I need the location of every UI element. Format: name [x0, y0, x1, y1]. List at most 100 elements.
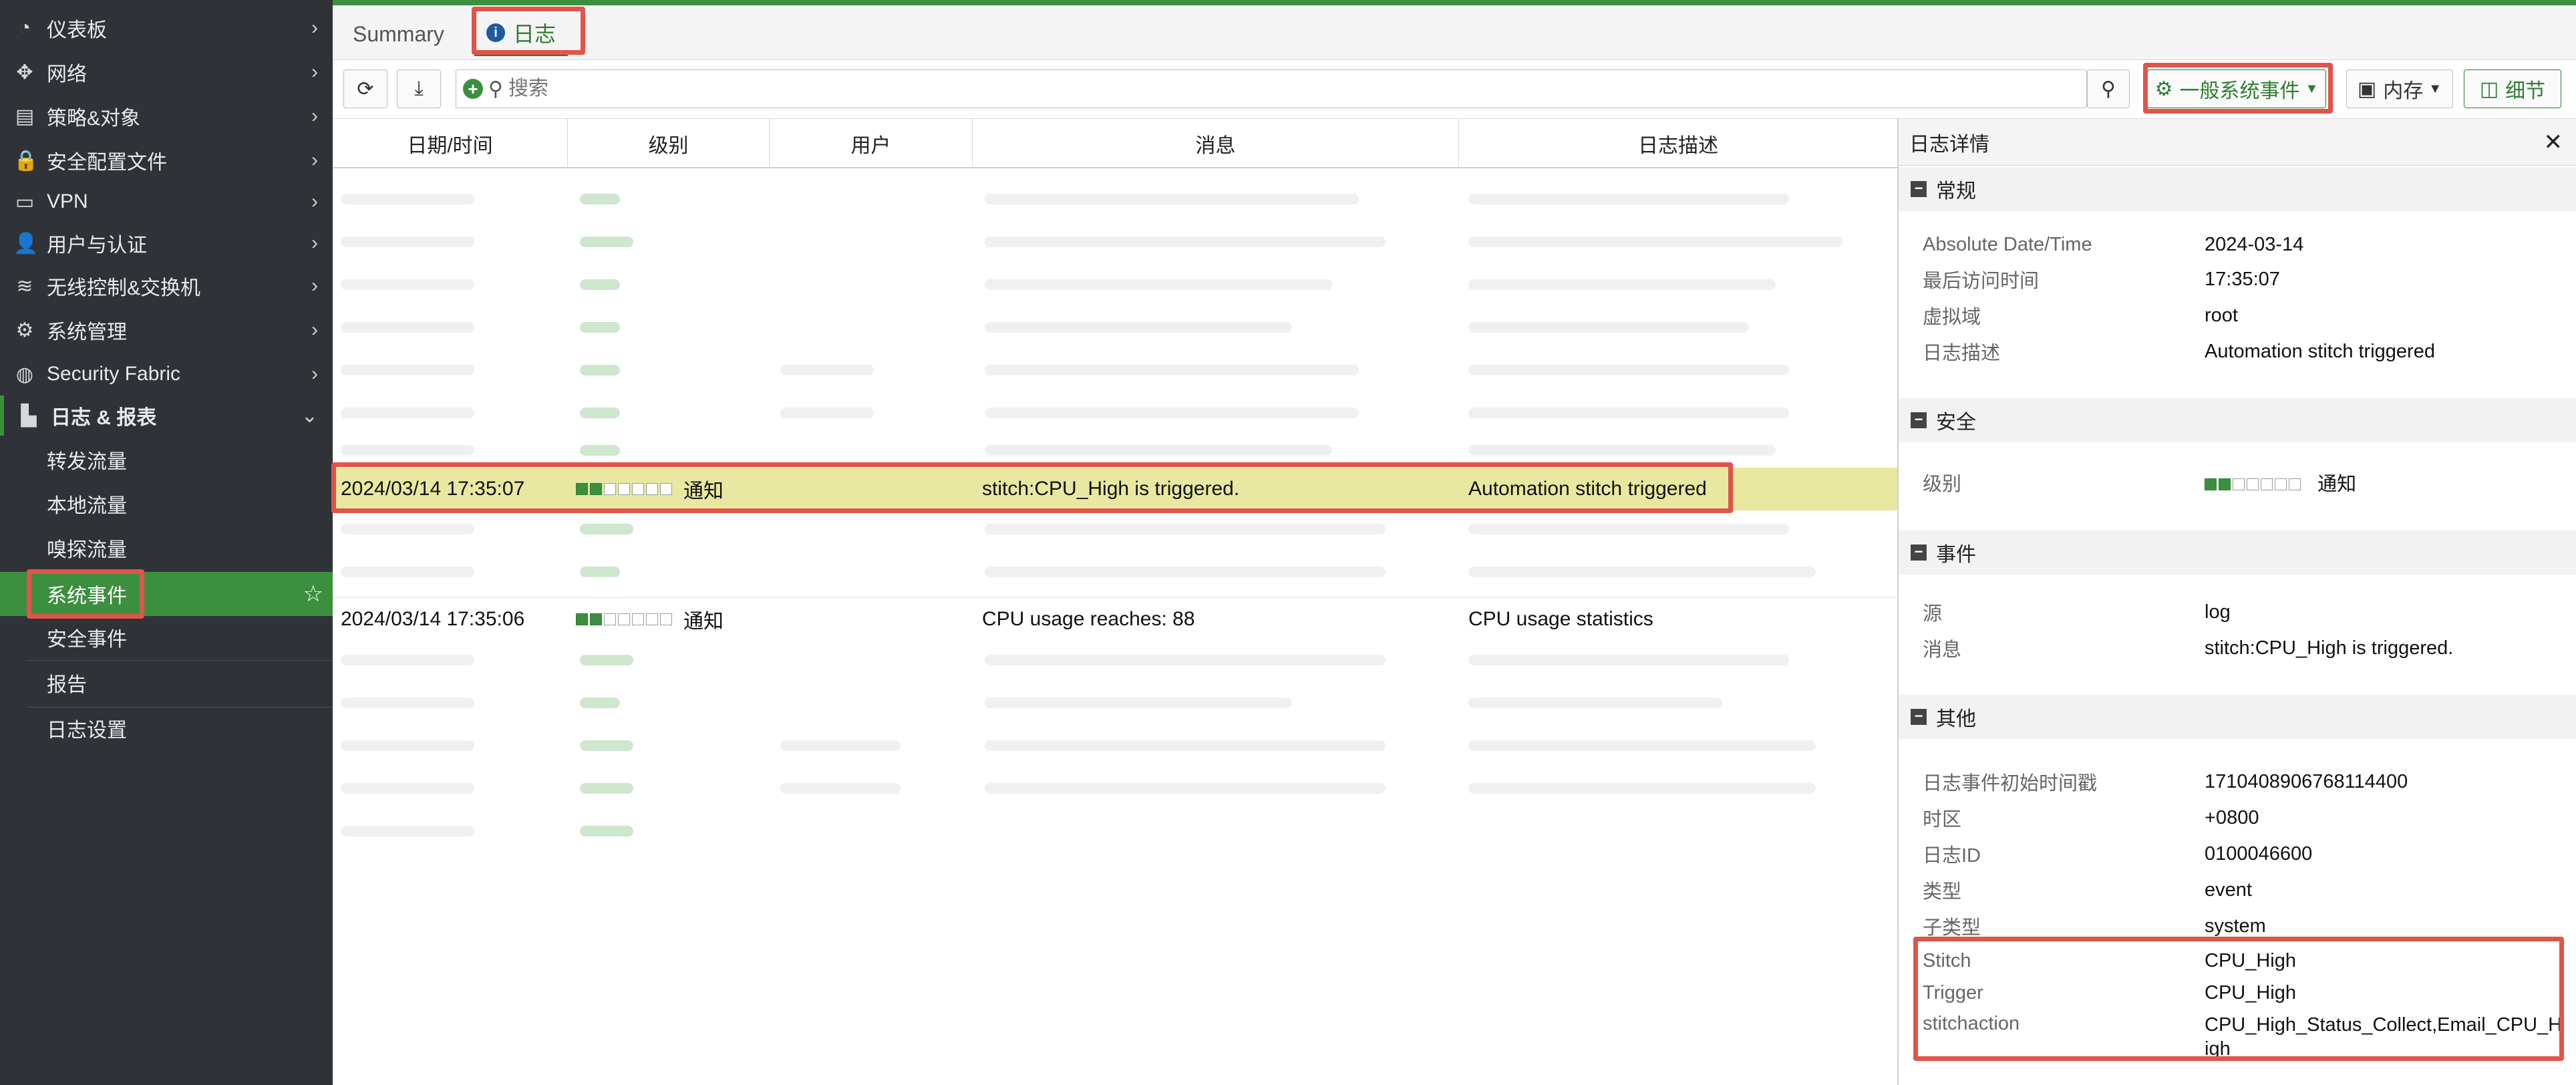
column-header-description[interactable]: 日志描述	[1459, 119, 1897, 168]
sidebar-subitem-sniffer-traffic[interactable]: 嗅探流量	[0, 528, 333, 568]
detail-field: 级别 通知	[1899, 465, 2576, 500]
sidebar-item-wireless[interactable]: ≋ 无线控制&交换机 ›	[0, 266, 333, 306]
field-value: stitch:CPU_High is triggered.	[2205, 637, 2454, 659]
redacted-text	[1468, 237, 1842, 247]
sidebar-item-log-report[interactable]: ▙ 日志 & 报表 ⌄	[0, 396, 333, 436]
sidebar-item-security-profile[interactable]: 🔒 安全配置文件 ›	[0, 140, 333, 180]
sidebar-item-label: 网络	[47, 63, 87, 86]
redacted-row	[333, 727, 1897, 764]
sidebar-subitem-security-events[interactable]: 安全事件	[0, 617, 333, 657]
redacted-row	[333, 510, 1897, 548]
star-icon[interactable]: ☆	[303, 581, 323, 607]
field-value: CPU_High	[2205, 949, 2296, 971]
row-user	[778, 598, 971, 641]
detail-field: 源 log	[1899, 595, 2576, 629]
column-header-datetime[interactable]: 日期/时间	[333, 119, 568, 168]
detail-field: Absolute Date/Time 2024-03-14	[1899, 227, 2576, 262]
detail-field: 子类型 system	[1899, 909, 2576, 943]
row-message: stitch:CPU_High is triggered.	[982, 478, 1240, 500]
event-type-dropdown[interactable]: ⚙ 一般系统事件 ▼	[2147, 69, 2326, 108]
collapse-icon: −	[1911, 545, 1927, 561]
redacted-text	[341, 698, 474, 708]
section-security[interactable]: − 安全	[1899, 398, 2576, 442]
section-title: 事件	[1936, 544, 1976, 566]
redacted-text	[580, 826, 633, 836]
field-value: event	[2205, 879, 2252, 901]
section-general[interactable]: − 常规	[1899, 167, 2576, 211]
sidebar-divider	[27, 707, 333, 708]
close-icon[interactable]: ✕	[2544, 129, 2563, 156]
redacted-text	[341, 655, 474, 665]
field-key: 源	[1923, 603, 1943, 625]
detail-field: Trigger CPU_High	[1899, 975, 2576, 1010]
caret-down-icon: ▼	[2428, 81, 2442, 96]
field-value: +0800	[2205, 806, 2259, 828]
redacted-text	[341, 408, 474, 418]
sidebar-subitem-local-traffic[interactable]: 本地流量	[0, 484, 333, 524]
vpn-icon: ▭	[15, 190, 35, 213]
detail-field: 日志描述 Automation stitch triggered	[1899, 334, 2576, 369]
lock-icon: 🔒	[13, 149, 39, 172]
redacted-text	[341, 237, 474, 247]
gear-icon: ⚙	[2154, 78, 2173, 100]
sidebar-item-user-auth[interactable]: 👤 用户与认证 ›	[0, 223, 333, 263]
detail-field: 消息 stitch:CPU_High is triggered.	[1899, 631, 2576, 665]
sidebar-subitem-reports[interactable]: 报告	[0, 663, 333, 703]
sidebar-divider	[27, 660, 333, 661]
sidebar-item-vpn[interactable]: ▭ VPN ›	[0, 182, 333, 222]
field-key: 时区	[1923, 809, 1962, 830]
table-header: 日期/时间 级别 用户 消息 日志描述	[333, 119, 1897, 168]
detail-header: 日志详情 ✕	[1899, 119, 2576, 166]
field-key: 子类型	[1923, 917, 1981, 939]
field-value: log	[2205, 601, 2231, 623]
sidebar-subitem-label: 系统事件	[47, 585, 127, 607]
redacted-text	[985, 698, 1292, 708]
sidebar-item-dashboard[interactable]: ◔ 仪表板 ›	[0, 8, 333, 48]
chevron-right-icon: ›	[311, 61, 318, 83]
column-header-message[interactable]: 消息	[973, 119, 1459, 168]
details-toggle-button[interactable]: ◫ 细节	[2464, 69, 2561, 108]
refresh-button[interactable]: ⟳	[343, 69, 387, 108]
refresh-icon: ⟳	[357, 78, 374, 100]
log-table: 日期/时间 级别 用户 消息 日志描述 2024/03/14 17:35:07 …	[333, 119, 1897, 1085]
table-row[interactable]: 2024/03/14 17:35:07 通知 stitch:CPU_High i…	[333, 468, 1897, 510]
detail-title: 日志详情	[1909, 133, 1989, 156]
sidebar-item-label: 无线控制&交换机	[47, 277, 201, 299]
redacted-text	[985, 194, 1359, 204]
table-row[interactable]: 2024/03/14 17:35:06 通知 CPU usage reaches…	[333, 597, 1897, 640]
search-button[interactable]: ⚲	[2087, 69, 2130, 108]
tab-summary[interactable]: Summary	[353, 12, 444, 56]
field-key: 消息	[1923, 639, 1962, 661]
chevron-right-icon: ›	[311, 149, 318, 171]
sidebar-item-network[interactable]: ✥ 网络 ›	[0, 52, 333, 92]
field-value: CPU_High_Status_Collect,Email_CPU_High	[2205, 1014, 2563, 1060]
redacted-text	[985, 655, 1386, 665]
search-box: + ⚲	[456, 69, 2087, 108]
field-key: 虚拟域	[1923, 307, 1981, 328]
tab-log-label: 日志	[513, 22, 556, 46]
search-input[interactable]	[508, 78, 1844, 100]
field-key: 日志ID	[1923, 845, 1981, 867]
sidebar-subitem-system-events[interactable]: 系统事件 ☆	[0, 572, 333, 616]
column-header-level[interactable]: 级别	[568, 119, 770, 168]
redacted-row	[333, 309, 1897, 346]
section-other[interactable]: − 其他	[1899, 695, 2576, 739]
sidebar-item-system[interactable]: ⚙ 系统管理 ›	[0, 310, 333, 350]
section-event[interactable]: − 事件	[1899, 530, 2576, 575]
storage-dropdown[interactable]: ▣ 内存 ▼	[2346, 69, 2453, 108]
sidebar-subitem-log-settings[interactable]: 日志设置	[0, 708, 333, 748]
caret-down-icon: ▼	[2305, 81, 2319, 96]
field-key: Stitch	[1923, 949, 1971, 971]
network-icon: ✥	[16, 61, 33, 84]
download-button[interactable]: ⤓	[397, 69, 441, 108]
redacted-text	[580, 279, 620, 290]
sidebar-item-policy[interactable]: ▤ 策略&对象 ›	[0, 96, 333, 136]
redacted-text	[341, 194, 474, 204]
sidebar-item-security-fabric[interactable]: ◍ Security Fabric ›	[0, 354, 333, 394]
sidebar-subitem-forward-traffic[interactable]: 转发流量	[0, 440, 333, 480]
redacted-row	[333, 180, 1897, 218]
field-key: 日志描述	[1923, 343, 2001, 364]
add-filter-icon[interactable]: +	[463, 79, 483, 99]
tab-log[interactable]: i 日志	[474, 12, 569, 56]
column-header-user[interactable]: 用户	[770, 119, 973, 168]
